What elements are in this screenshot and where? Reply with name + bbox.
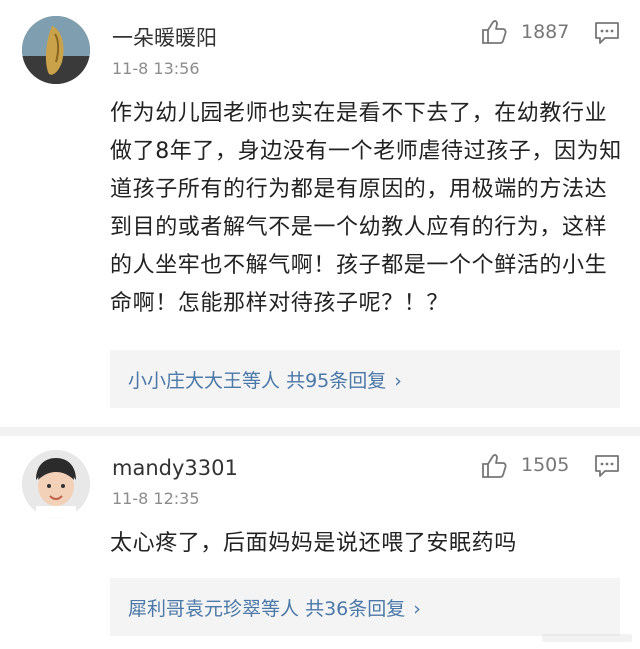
- reply-users[interactable]: 小小庄大大王: [128, 370, 242, 392]
- thumbs-up-icon[interactable]: [480, 18, 508, 46]
- comment-text: 作为幼儿园老师也实在是看不下去了，在幼教行业做了8年了，身边没有一个老师虐待过孩…: [110, 101, 622, 316]
- reply-users[interactable]: 犀利哥袁元珍翠: [128, 598, 261, 620]
- comment-time: 11-8 12:35: [112, 489, 200, 508]
- chevron-right-icon: ›: [394, 370, 402, 392]
- avatar-photo-icon: [22, 16, 90, 84]
- replies-summary[interactable]: 犀利哥袁元珍翠等人 共36条回复 ›: [110, 578, 620, 636]
- like-count: 1505: [521, 454, 570, 476]
- comment-item: mandy3301 11-8 12:35 1505 太心疼了，后面妈妈是说还喂了…: [0, 436, 640, 649]
- replies-link[interactable]: 小小庄大大王等人 共95条回复 ›: [128, 366, 402, 393]
- comment-divider: [0, 427, 640, 436]
- comment-icon[interactable]: [594, 21, 620, 45]
- comment-time: 11-8 13:56: [112, 59, 200, 78]
- user-avatar[interactable]: [22, 450, 90, 518]
- reply-middle: 等人: [242, 370, 287, 392]
- replies-summary[interactable]: 小小庄大大王等人 共95条回复 ›: [110, 350, 620, 408]
- avatar-photo-icon: [22, 450, 90, 518]
- like-count: 1887: [521, 21, 570, 43]
- comment-text: 太心疼了，后面妈妈是说还喂了安眠药吗: [110, 531, 517, 556]
- watermark-icon: [542, 634, 632, 642]
- replies-link[interactable]: 犀利哥袁元珍翠等人 共36条回复 ›: [128, 594, 421, 621]
- username[interactable]: 一朵暖暖阳: [112, 22, 217, 52]
- reply-middle: 等人: [261, 598, 306, 620]
- reply-count[interactable]: 共95条回复: [286, 370, 386, 392]
- comment-item: 一朵暖暖阳 11-8 13:56 1887 作为幼儿园老师也实在是看不下去了，在…: [0, 0, 640, 428]
- user-avatar[interactable]: [22, 16, 90, 84]
- comment-icon[interactable]: [594, 454, 620, 478]
- chevron-right-icon: ›: [413, 598, 421, 620]
- username[interactable]: mandy3301: [112, 456, 238, 480]
- thumbs-up-icon[interactable]: [480, 452, 508, 480]
- reply-count[interactable]: 共36条回复: [305, 598, 405, 620]
